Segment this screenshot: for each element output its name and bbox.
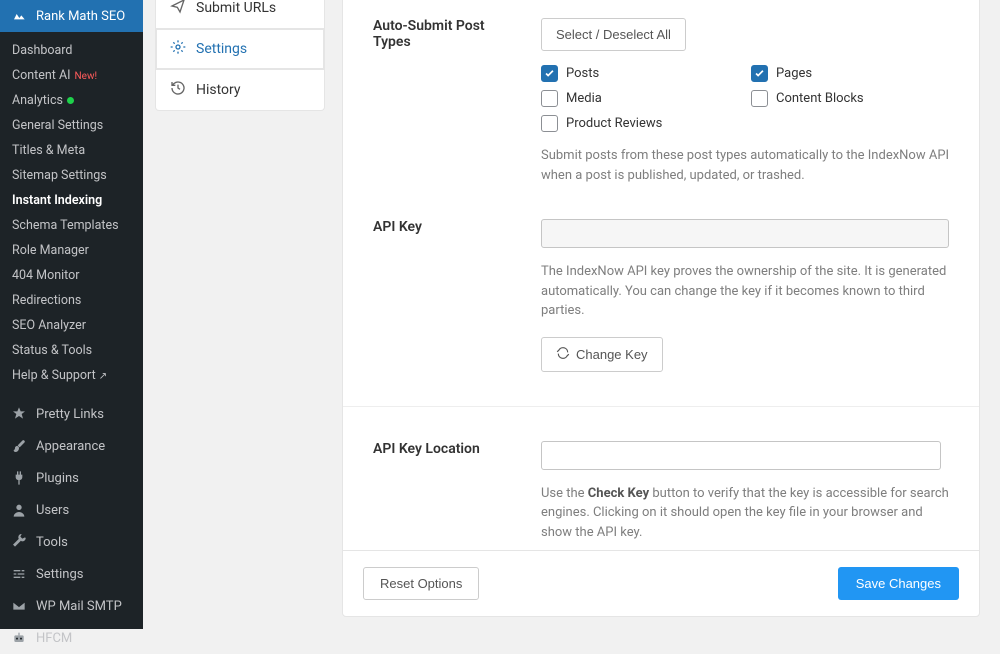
sidebar-item-content-ai[interactable]: Content AINew! bbox=[0, 63, 143, 88]
checkbox-icon bbox=[541, 65, 558, 82]
history-icon bbox=[170, 80, 186, 100]
sidebar-item-dashboard[interactable]: Dashboard bbox=[0, 38, 143, 63]
checkbox-icon bbox=[541, 90, 558, 107]
menu-plugins[interactable]: Plugins bbox=[0, 462, 143, 494]
sidebar-item-redirections[interactable]: Redirections bbox=[0, 288, 143, 313]
star-icon bbox=[10, 406, 28, 422]
checkbox-pages[interactable]: Pages bbox=[751, 65, 961, 82]
plug-icon bbox=[10, 470, 28, 486]
tab-history[interactable]: History bbox=[155, 70, 325, 111]
menu-wp-mail-smtp[interactable]: WP Mail SMTP bbox=[0, 590, 143, 622]
settings-panel: Auto-Submit Post Types Select / Deselect… bbox=[342, 0, 980, 617]
checkbox-icon bbox=[751, 65, 768, 82]
sidebar-item-404-monitor[interactable]: 404 Monitor bbox=[0, 263, 143, 288]
sidebar-menu-top-rank-math[interactable]: Rank Math SEO bbox=[0, 0, 143, 32]
checkbox-icon bbox=[751, 90, 768, 107]
menu-pretty-links[interactable]: Pretty Links bbox=[0, 398, 143, 430]
menu-users[interactable]: Users bbox=[0, 494, 143, 526]
sidebar-submenu: Dashboard Content AINew! Analytics Gener… bbox=[0, 32, 143, 398]
panel-footer: Reset Options Save Changes bbox=[343, 550, 979, 616]
api-key-location-input[interactable] bbox=[541, 441, 941, 470]
menu-appearance[interactable]: Appearance bbox=[0, 430, 143, 462]
settings-tabs: Submit URLs Settings History bbox=[155, 0, 325, 111]
sidebar-item-help-support[interactable]: Help & Support↗ bbox=[0, 363, 143, 388]
select-deselect-all-button[interactable]: Select / Deselect All bbox=[541, 18, 686, 51]
sidebar-item-status-tools[interactable]: Status & Tools bbox=[0, 338, 143, 363]
menu-tools[interactable]: Tools bbox=[0, 526, 143, 558]
tab-settings-label: Settings bbox=[196, 41, 247, 57]
sidebar-item-titles-meta[interactable]: Titles & Meta bbox=[0, 138, 143, 163]
tab-submit-urls-label: Submit URLs bbox=[196, 0, 276, 16]
reset-options-button[interactable]: Reset Options bbox=[363, 567, 479, 600]
sidebar-item-instant-indexing[interactable]: Instant Indexing bbox=[0, 188, 143, 213]
sidebar-item-analytics[interactable]: Analytics bbox=[0, 88, 143, 113]
setting-auto-submit-post-types: Auto-Submit Post Types Select / Deselect… bbox=[373, 18, 949, 185]
api-key-input[interactable] bbox=[541, 219, 949, 248]
checkbox-media[interactable]: Media bbox=[541, 90, 751, 107]
menu-hfcm[interactable]: HFCM bbox=[0, 622, 143, 654]
rank-math-icon bbox=[12, 8, 28, 24]
gear-icon bbox=[170, 39, 186, 59]
robot-icon bbox=[10, 630, 28, 646]
sidebar-item-general-settings[interactable]: General Settings bbox=[0, 113, 143, 138]
mail-icon bbox=[10, 598, 28, 614]
help-text-post-types: Submit posts from these post types autom… bbox=[541, 146, 961, 185]
help-text-api-key-location: Use the Check Key button to verify that … bbox=[541, 484, 949, 543]
refresh-icon bbox=[556, 346, 570, 363]
setting-api-key: API Key The IndexNow API key proves the … bbox=[373, 219, 949, 372]
checkbox-content-blocks[interactable]: Content Blocks bbox=[751, 90, 961, 107]
wordpress-main-menu: Pretty Links Appearance Plugins Users To… bbox=[0, 398, 143, 654]
sidebar-item-schema-templates[interactable]: Schema Templates bbox=[0, 213, 143, 238]
checkbox-product-reviews[interactable]: Product Reviews bbox=[541, 115, 751, 132]
setting-label-post-types: Auto-Submit Post Types bbox=[373, 18, 521, 185]
menu-settings[interactable]: Settings bbox=[0, 558, 143, 590]
help-text-api-key: The IndexNow API key proves the ownershi… bbox=[541, 262, 949, 321]
brush-icon bbox=[10, 438, 28, 454]
user-icon bbox=[10, 502, 28, 518]
tab-submit-urls[interactable]: Submit URLs bbox=[155, 0, 325, 29]
status-dot-icon bbox=[67, 97, 74, 104]
sidebar-item-sitemap-settings[interactable]: Sitemap Settings bbox=[0, 163, 143, 188]
main-content: Submit URLs Settings History Auto-Submit… bbox=[143, 0, 1000, 629]
sliders-icon bbox=[10, 566, 28, 582]
change-key-button[interactable]: Change Key bbox=[541, 337, 663, 372]
setting-label-api-key-location: API Key Location bbox=[373, 441, 521, 551]
checkbox-posts[interactable]: Posts bbox=[541, 65, 751, 82]
checkbox-icon bbox=[541, 115, 558, 132]
send-icon bbox=[170, 0, 186, 18]
setting-api-key-location: API Key Location Use the Check Key butto… bbox=[373, 441, 949, 551]
save-changes-button[interactable]: Save Changes bbox=[838, 567, 959, 600]
separator bbox=[343, 406, 979, 407]
wordpress-admin-sidebar: Rank Math SEO Dashboard Content AINew! A… bbox=[0, 0, 143, 629]
sidebar-top-title: Rank Math SEO bbox=[36, 9, 125, 24]
tab-settings[interactable]: Settings bbox=[155, 29, 325, 70]
wrench-icon bbox=[10, 534, 28, 550]
sidebar-item-role-manager[interactable]: Role Manager bbox=[0, 238, 143, 263]
setting-label-api-key: API Key bbox=[373, 219, 521, 372]
sidebar-item-seo-analyzer[interactable]: SEO Analyzer bbox=[0, 313, 143, 338]
tab-history-label: History bbox=[196, 82, 241, 98]
post-types-checkbox-grid: Posts Pages Media bbox=[541, 65, 961, 132]
